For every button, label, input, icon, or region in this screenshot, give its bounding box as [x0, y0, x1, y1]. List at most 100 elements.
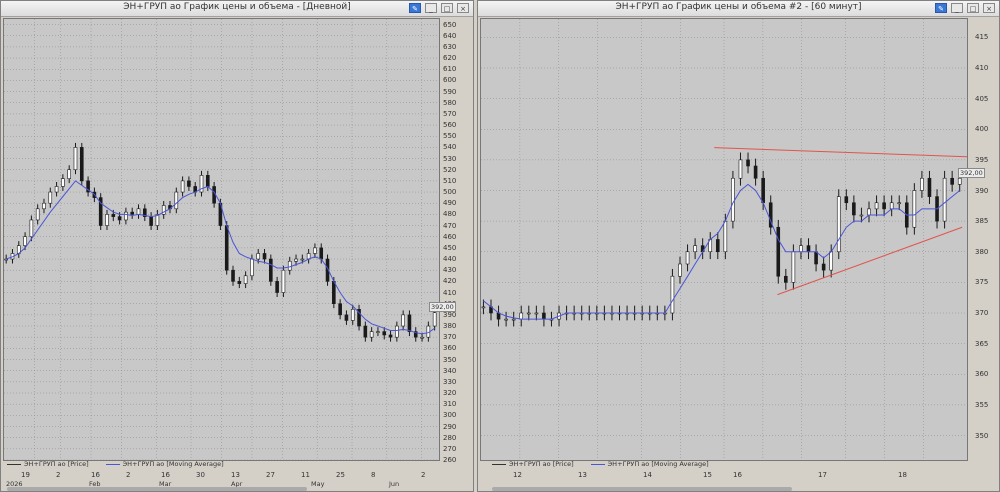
price-candle — [784, 275, 788, 283]
price-candle — [42, 202, 46, 210]
price-candle — [35, 208, 40, 221]
x-tick-day: 19 — [21, 471, 30, 479]
price-candle — [250, 258, 254, 277]
x-tick-day: 2 — [56, 471, 61, 479]
y-tick-label: 260 — [443, 456, 457, 464]
price-candle — [149, 216, 153, 226]
price-legend-swatch — [7, 463, 21, 465]
left-pen-button[interactable]: ✎ — [409, 3, 421, 13]
y-tick-label: 610 — [443, 65, 457, 74]
y-tick-label: 580 — [443, 98, 457, 107]
price-candle — [927, 177, 932, 197]
y-tick-label: 500 — [443, 188, 457, 197]
y-tick-label: 270 — [443, 444, 457, 453]
price-candle — [867, 208, 871, 216]
y-tick-label: 630 — [443, 42, 457, 51]
y-tick-label: 410 — [443, 288, 457, 297]
right-title-bar[interactable]: ЭН+ГРУП ао График цены и объема #2 - [60… — [478, 1, 999, 17]
price-candle — [761, 177, 765, 204]
price-legend-swatch — [492, 463, 506, 465]
left-title-bar[interactable]: ЭН+ГРУП ао График цены и объема - [Дневн… — [1, 1, 473, 17]
right-pen-button[interactable]: ✎ — [935, 3, 947, 13]
price-candle — [511, 318, 516, 321]
y-tick-label: 310 — [443, 400, 457, 409]
y-tick-label: 360 — [443, 344, 457, 353]
left-scrollbar[interactable] — [7, 487, 307, 491]
y-tick-label: 520 — [443, 165, 457, 174]
price-candle — [504, 318, 508, 321]
y-tick-label: 510 — [443, 176, 457, 185]
price-candle — [105, 214, 109, 226]
left-maximize-button[interactable]: □ — [441, 3, 453, 13]
price-candle — [912, 190, 917, 228]
left-plot-area[interactable] — [3, 18, 440, 461]
y-tick-label: 560 — [443, 121, 457, 130]
price-candle — [889, 202, 894, 210]
right-plot-area[interactable] — [480, 18, 968, 461]
price-candle — [29, 219, 34, 238]
price-candle — [882, 202, 886, 210]
y-tick-label: 430 — [443, 266, 457, 275]
x-tick-day: 30 — [196, 471, 205, 479]
price-candle — [874, 202, 879, 210]
y-tick-label: 390 — [975, 186, 989, 195]
price-candle — [369, 331, 374, 338]
x-tick-day: 2 — [126, 471, 131, 479]
price-candle — [806, 245, 811, 253]
price-candle — [281, 269, 286, 293]
price-candle — [61, 178, 65, 187]
price-candle — [753, 165, 758, 179]
price-candle — [67, 169, 71, 179]
x-tick-month: May — [311, 480, 325, 488]
right-legend-price: ЭН+ГРУП ао [Price] — [509, 460, 574, 468]
price-candle — [388, 334, 393, 338]
price-candle — [844, 196, 849, 204]
price-candle — [376, 331, 380, 333]
right-maximize-button[interactable]: □ — [967, 3, 979, 13]
x-tick-day: 13 — [231, 471, 240, 479]
right-minimize-button[interactable]: _ — [951, 3, 963, 13]
left-close-button[interactable]: × — [457, 3, 469, 13]
price-candle — [256, 253, 261, 260]
y-tick-label: 480 — [443, 210, 457, 219]
right-last-price-label: 392,00 — [958, 168, 985, 178]
left-legend-ma: ЭН+ГРУП ао [Moving Average] — [122, 460, 224, 468]
x-tick-day: 27 — [266, 471, 275, 479]
right-scrollbar[interactable] — [492, 487, 792, 491]
price-candle — [363, 325, 368, 338]
price-candle — [776, 226, 781, 277]
x-tick-day: 25 — [336, 471, 345, 479]
right-price-chart — [481, 19, 967, 460]
price-candle — [117, 216, 122, 221]
y-tick-label: 490 — [443, 199, 457, 208]
trend-line — [714, 147, 967, 158]
y-tick-label: 385 — [975, 217, 989, 226]
y-tick-label: 370 — [975, 309, 989, 317]
price-candle — [54, 186, 59, 193]
x-tick-day: 15 — [703, 471, 712, 479]
price-candle — [814, 251, 818, 265]
y-tick-label: 355 — [975, 400, 989, 409]
price-candle — [262, 253, 267, 260]
left-legend-price: ЭН+ГРУП ао [Price] — [24, 460, 89, 468]
price-candle — [338, 303, 342, 316]
right-close-button[interactable]: × — [983, 3, 995, 13]
left-minimize-button[interactable]: _ — [425, 3, 437, 13]
y-tick-label: 540 — [443, 143, 457, 152]
price-candle — [420, 336, 424, 339]
y-tick-label: 640 — [443, 31, 457, 40]
price-candle — [224, 225, 229, 271]
price-candle — [731, 177, 735, 222]
y-tick-label: 370 — [443, 333, 457, 342]
price-candle — [950, 177, 954, 185]
y-tick-label: 290 — [443, 422, 457, 431]
y-tick-label: 410 — [975, 64, 989, 72]
y-tick-label: 375 — [975, 278, 989, 287]
price-candle — [852, 202, 856, 216]
price-candle — [407, 314, 412, 332]
moving-average-line — [6, 180, 435, 335]
left-chart-window: ЭН+ГРУП ао График цены и объема - [Дневн… — [0, 0, 474, 492]
y-tick-label: 530 — [443, 154, 457, 163]
price-candle — [187, 180, 191, 187]
price-candle — [180, 180, 185, 193]
